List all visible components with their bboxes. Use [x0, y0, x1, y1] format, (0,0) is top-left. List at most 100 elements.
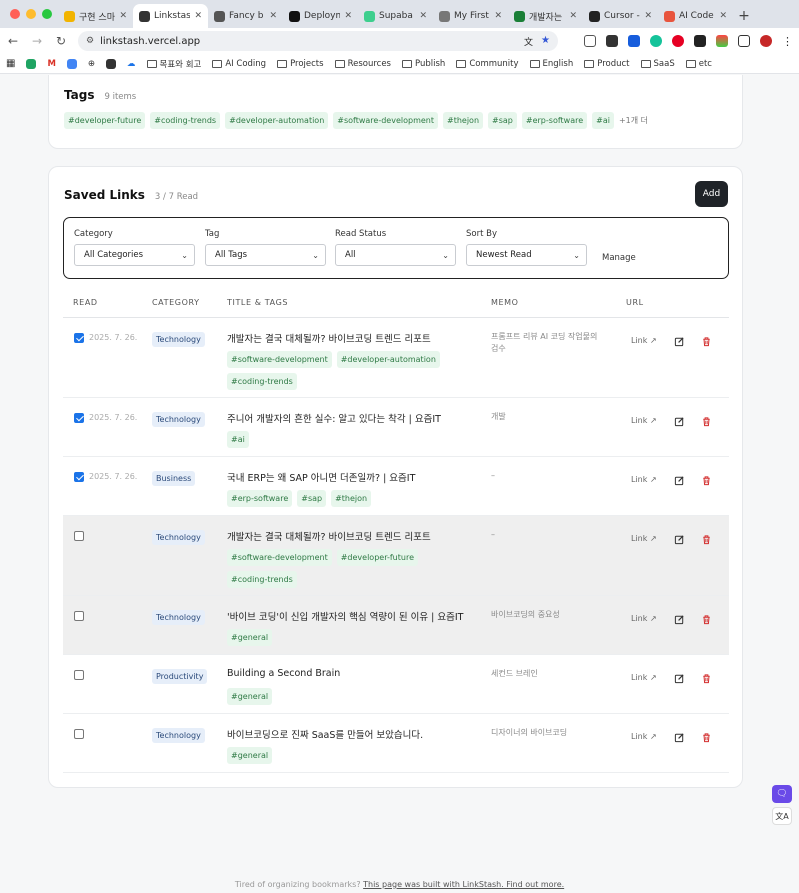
minimize-window-button[interactable]	[26, 9, 36, 19]
delete-icon[interactable]	[701, 416, 712, 427]
browser-tab[interactable]: My First ✕	[433, 4, 508, 28]
tag-chip[interactable]: #sap	[488, 112, 517, 129]
translate-icon[interactable]: 文	[524, 35, 533, 48]
tab-close-icon[interactable]: ✕	[419, 11, 427, 21]
save-extension-icon[interactable]	[606, 35, 618, 47]
external-link[interactable]: Link ↗	[631, 534, 657, 543]
forward-icon[interactable]: →	[30, 34, 44, 48]
tag-chip[interactable]: #erp-software	[521, 112, 588, 129]
bookmark-folder[interactable]: 목표와 회고	[146, 58, 201, 70]
tab-close-icon[interactable]: ✕	[569, 11, 577, 21]
tab-close-icon[interactable]: ✕	[719, 11, 727, 21]
tag-chip[interactable]: #software-development	[333, 112, 438, 129]
link-title[interactable]: 개발자는 결국 대체될까? 바이브코딩 트렌드 리포트	[227, 529, 431, 543]
external-link[interactable]: Link ↗	[631, 336, 657, 345]
read-checkbox[interactable]	[74, 472, 84, 482]
grammarly-extension-icon[interactable]	[650, 35, 662, 47]
bookmark-folder[interactable]: SaaS	[640, 58, 675, 70]
calendar-bookmark-icon[interactable]	[66, 58, 77, 69]
row-tag-chip[interactable]: #general	[227, 629, 273, 646]
row-tag-chip[interactable]: #thejon	[331, 490, 372, 507]
drive-extension-icon[interactable]	[584, 35, 596, 47]
row-tag-chip[interactable]: #sap	[297, 490, 327, 507]
browser-tab[interactable]: 구현 스마 ✕	[58, 4, 133, 28]
link-title[interactable]: 바이브코딩으로 진짜 SaaS를 만들어 보았습니다.	[227, 727, 423, 741]
delete-icon[interactable]	[701, 732, 712, 743]
menu-icon[interactable]: ⋮	[782, 35, 793, 48]
read-checkbox[interactable]	[74, 670, 84, 680]
row-tag-chip[interactable]: #coding-trends	[227, 571, 297, 588]
edit-icon[interactable]	[674, 673, 685, 684]
external-link[interactable]: Link ↗	[631, 416, 657, 425]
row-tag-chip[interactable]: #software-development	[227, 351, 332, 368]
color-extension-icon[interactable]	[716, 35, 728, 47]
link-title[interactable]: 국내 ERP는 왜 SAP 아니면 더존일까? | 요즘IT	[227, 470, 415, 484]
link-title[interactable]: 주니어 개발자의 흔한 실수: 알고 있다는 착각 | 요즘IT	[227, 411, 441, 425]
browser-tab[interactable]: 개발자는 ✕	[508, 4, 583, 28]
tab-close-icon[interactable]: ✕	[194, 11, 202, 21]
tag-select[interactable]: All Tags ⌄	[205, 244, 326, 266]
row-tag-chip[interactable]: #general	[227, 688, 273, 705]
row-tag-chip[interactable]: #general	[227, 747, 273, 764]
translate-widget-icon[interactable]: 文A	[772, 807, 792, 825]
edit-icon[interactable]	[674, 732, 685, 743]
sort-by-select[interactable]: Newest Read ⌄	[466, 244, 587, 266]
browser-tab[interactable]: Deploym ✕	[283, 4, 358, 28]
profile-avatar-icon[interactable]	[760, 35, 772, 47]
browser-tab[interactable]: Fancy b ✕	[208, 4, 283, 28]
edit-icon[interactable]	[674, 416, 685, 427]
more-tags-link[interactable]: +1개 더	[619, 115, 648, 126]
read-checkbox[interactable]	[74, 729, 84, 739]
read-checkbox[interactable]	[74, 333, 84, 343]
bookmark-folder[interactable]: Projects	[277, 58, 324, 70]
tab-close-icon[interactable]: ✕	[344, 11, 352, 21]
row-tag-chip[interactable]: #ai	[227, 431, 249, 448]
delete-icon[interactable]	[701, 336, 712, 347]
row-tag-chip[interactable]: #coding-trends	[227, 373, 297, 390]
browser-tab[interactable]: AI Code ✕	[658, 4, 733, 28]
bitwarden-extension-icon[interactable]	[628, 35, 640, 47]
read-checkbox[interactable]	[74, 413, 84, 423]
reader-extension-icon[interactable]	[694, 35, 706, 47]
chat-widget-icon[interactable]: 🗨	[772, 785, 792, 803]
bookmark-star-icon[interactable]: ★	[541, 35, 550, 48]
edit-icon[interactable]	[674, 614, 685, 625]
maximize-window-button[interactable]	[42, 9, 52, 19]
qr-bookmark-icon[interactable]	[106, 58, 117, 69]
tab-close-icon[interactable]: ✕	[494, 11, 502, 21]
bookmark-folder[interactable]: Publish	[402, 58, 445, 70]
url-field[interactable]: ⚙ linkstash.vercel.app 文 ★	[78, 31, 558, 51]
back-icon[interactable]: ←	[6, 34, 20, 48]
browser-tab[interactable]: Supaba ✕	[358, 4, 433, 28]
tab-close-icon[interactable]: ✕	[644, 11, 652, 21]
tag-chip[interactable]: #thejon	[443, 112, 484, 129]
external-link[interactable]: Link ↗	[631, 614, 657, 623]
edit-icon[interactable]	[674, 534, 685, 545]
bookmark-folder[interactable]: Community	[456, 58, 519, 70]
delete-icon[interactable]	[701, 614, 712, 625]
read-checkbox[interactable]	[74, 611, 84, 621]
edit-icon[interactable]	[674, 336, 685, 347]
tag-chip[interactable]: #coding-trends	[150, 112, 221, 129]
row-tag-chip[interactable]: #developer-automation	[336, 351, 440, 368]
link-title[interactable]: 개발자는 결국 대체될까? 바이브코딩 트렌드 리포트	[227, 331, 431, 345]
external-link[interactable]: Link ↗	[631, 732, 657, 741]
manage-button[interactable]: Manage	[602, 253, 636, 263]
site-info-icon[interactable]: ⚙	[86, 36, 94, 46]
add-link-button[interactable]: Add	[695, 181, 728, 207]
delete-icon[interactable]	[701, 534, 712, 545]
external-link[interactable]: Link ↗	[631, 673, 657, 682]
close-window-button[interactable]	[10, 9, 20, 19]
tab-close-icon[interactable]: ✕	[269, 11, 277, 21]
tag-chip[interactable]: #developer-future	[64, 112, 146, 129]
row-tag-chip[interactable]: #erp-software	[227, 490, 293, 507]
delete-icon[interactable]	[701, 475, 712, 486]
bookmark-folder[interactable]: English	[529, 58, 573, 70]
reload-icon[interactable]: ↻	[54, 34, 68, 48]
globe-bookmark-icon[interactable]: ⊕	[88, 59, 95, 69]
tag-chip[interactable]: #ai	[592, 112, 614, 129]
new-tab-button[interactable]: +	[733, 4, 755, 28]
gmail-bookmark-icon[interactable]: M	[47, 59, 55, 69]
bookmark-folder[interactable]: etc	[685, 58, 712, 70]
read-status-select[interactable]: All ⌄	[335, 244, 456, 266]
